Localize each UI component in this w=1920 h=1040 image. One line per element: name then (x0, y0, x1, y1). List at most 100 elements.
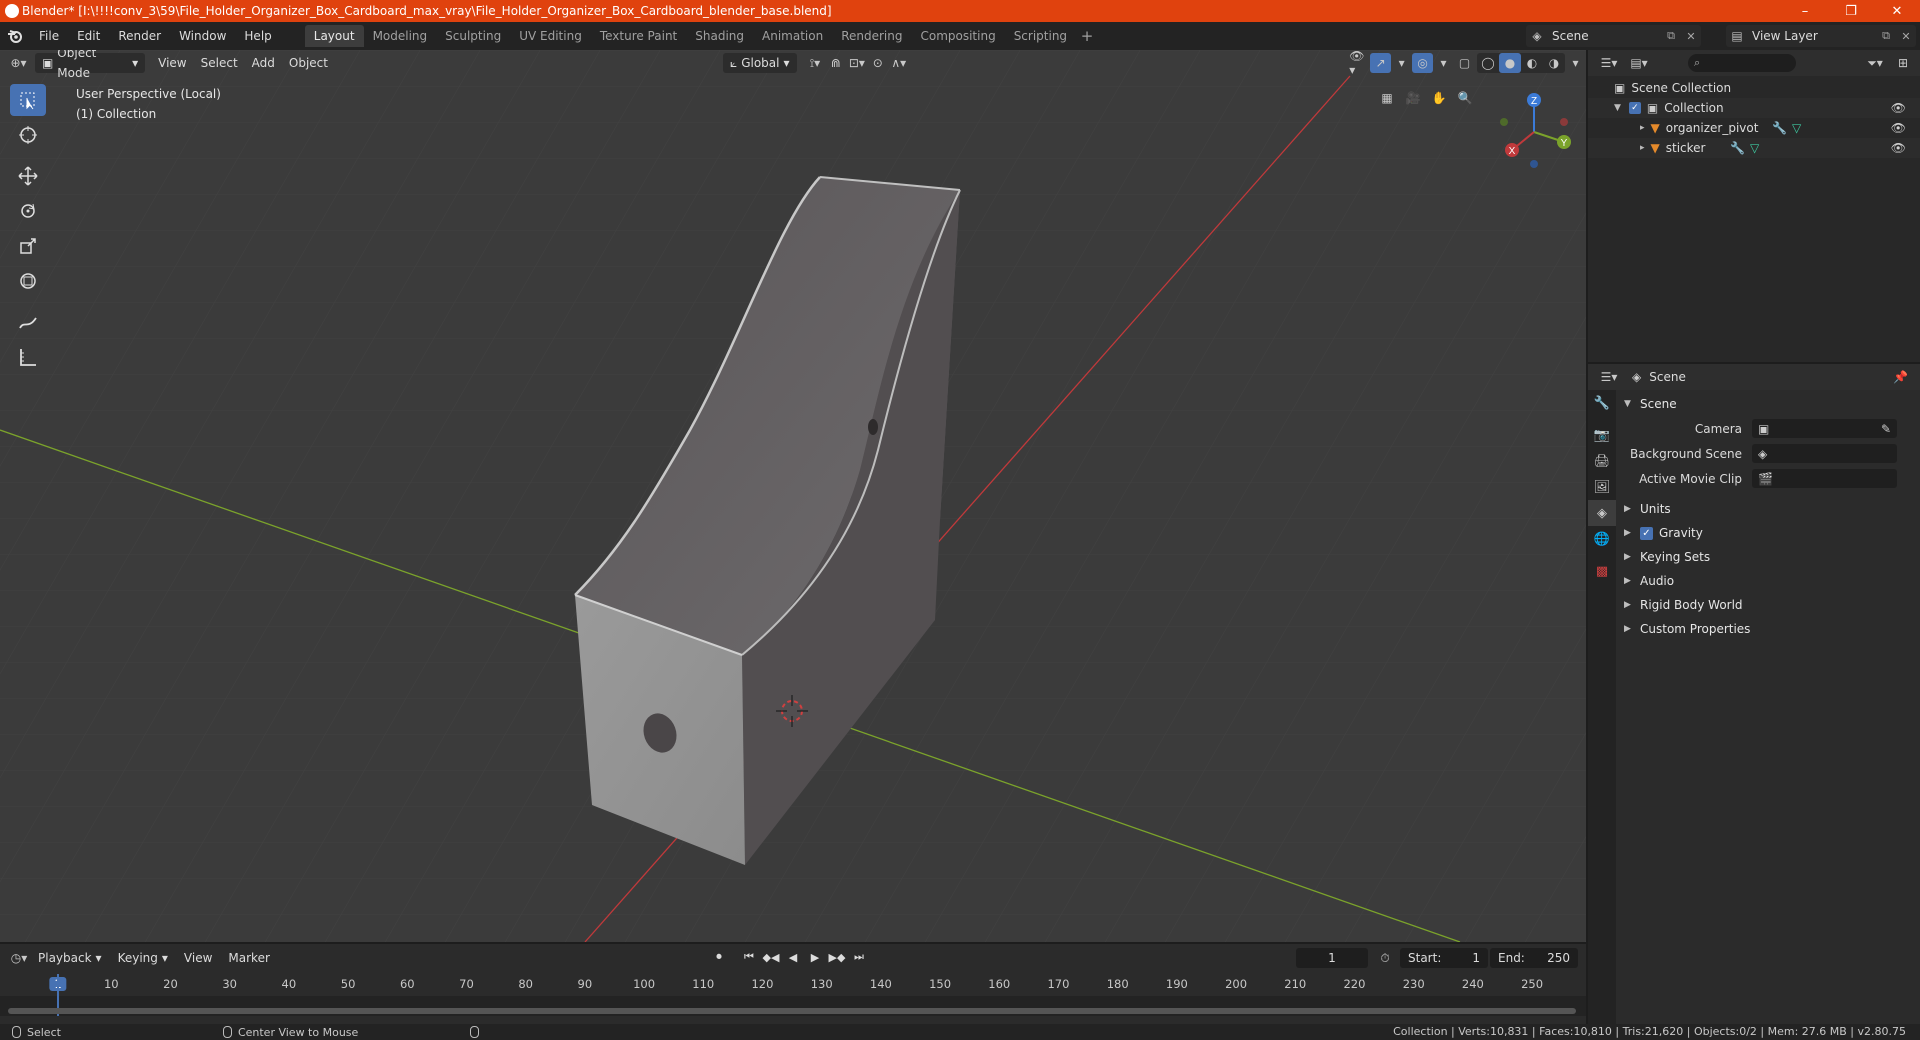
marker-menu[interactable]: Marker (220, 951, 277, 965)
new-scene-icon[interactable]: ⧉ (1661, 29, 1681, 43)
proportional-edit-icon[interactable]: ⊙ (867, 53, 888, 73)
cursor-tool[interactable] (10, 119, 46, 151)
outliner-row-sticker[interactable]: ▸ ▼ sticker 🔧 ▽ 👁 (1588, 138, 1920, 158)
delete-viewlayer-icon[interactable]: ✕ (1896, 30, 1916, 43)
expand-collection-icon[interactable]: ▼ (1614, 103, 1621, 113)
xray-icon[interactable]: ▢ (1454, 53, 1475, 73)
expand-object-icon[interactable]: ▸ (1640, 143, 1645, 153)
overlays-icon[interactable]: ◎ (1412, 53, 1434, 73)
menu-select[interactable]: Select (194, 53, 245, 73)
zoom-icon[interactable]: 🔍 (1454, 88, 1476, 108)
start-frame-field[interactable]: Start: 1 (1400, 948, 1488, 968)
neg-y-handle-icon[interactable] (1500, 118, 1508, 126)
jump-keyframe-forward-icon[interactable]: ▶◆ (828, 948, 846, 966)
wireframe-shading-icon[interactable]: ◯ (1477, 53, 1499, 73)
tab-compositing[interactable]: Compositing (911, 25, 1004, 47)
tab-animation[interactable]: Animation (753, 25, 832, 47)
menu-view[interactable]: View (151, 53, 193, 73)
keying-sets-panel-header[interactable]: ▶ Keying Sets (1616, 545, 1920, 569)
add-workspace-button[interactable]: + (1076, 25, 1098, 47)
texture-tab-icon[interactable]: ▩ (1588, 558, 1616, 584)
scene-tab-icon[interactable]: ◈ (1588, 500, 1616, 526)
menu-help[interactable]: Help (235, 25, 280, 47)
play-icon[interactable]: ▶ (806, 948, 824, 966)
eyedropper-icon[interactable]: ✎ (1881, 422, 1891, 436)
gravity-checkbox[interactable]: ✓ (1640, 526, 1653, 540)
menu-edit[interactable]: Edit (68, 25, 109, 47)
toggle-grid-icon[interactable]: ▦ (1376, 88, 1398, 108)
transform-tool[interactable] (10, 265, 46, 297)
active-movie-clip-field[interactable]: 🎬 (1752, 469, 1897, 488)
tab-sculpting[interactable]: Sculpting (436, 25, 510, 47)
timeline-scrollbar[interactable] (8, 1008, 1576, 1014)
move-tool[interactable] (10, 160, 46, 192)
expand-object-icon[interactable]: ▸ (1640, 123, 1645, 133)
camera-view-icon[interactable]: 🎥 (1402, 88, 1424, 108)
camera-field[interactable]: ▣ ✎ (1752, 419, 1897, 438)
tab-texture-paint[interactable]: Texture Paint (591, 25, 686, 47)
material-shading-icon[interactable]: ◐ (1521, 53, 1543, 73)
menu-object[interactable]: Object (282, 53, 335, 73)
tool-tab-icon[interactable]: 🔧 (1588, 390, 1616, 416)
select-box-tool[interactable] (10, 84, 46, 116)
rigid-body-world-panel-header[interactable]: ▶ Rigid Body World (1616, 593, 1920, 617)
snap-icon[interactable]: ⋒ (825, 53, 846, 73)
viewlayer-selector[interactable]: ▤ View Layer ⧉ ✕ (1726, 25, 1916, 47)
timeline-ruler[interactable]: 1102030405060708090100110120130140150160… (0, 974, 1586, 996)
tab-modeling[interactable]: Modeling (364, 25, 437, 47)
world-tab-icon[interactable]: 🌐 (1588, 526, 1616, 552)
neg-z-handle-icon[interactable] (1530, 160, 1538, 168)
annotate-tool[interactable] (10, 306, 46, 338)
tab-uv-editing[interactable]: UV Editing (510, 25, 591, 47)
scene-panel-header[interactable]: ▼ Scene (1616, 392, 1920, 416)
jump-start-icon[interactable]: ⏮ (740, 948, 758, 966)
playback-dropdown[interactable]: Playback ▾ (30, 951, 110, 965)
timeline-view-menu[interactable]: View (176, 951, 220, 965)
3d-viewport[interactable]: ⊕▾ ▣ Object Mode ▾ View Select Add Objec… (0, 50, 1586, 942)
visibility-icon[interactable]: 👁▾ (1349, 50, 1370, 77)
rotate-tool[interactable] (10, 195, 46, 227)
editor-type-icon[interactable]: ⊕▾ (8, 53, 29, 73)
pan-hand-icon[interactable]: ✋ (1428, 88, 1450, 108)
solid-shading-icon[interactable]: ● (1498, 53, 1521, 73)
neg-x-handle-icon[interactable] (1560, 118, 1568, 126)
tab-scripting[interactable]: Scripting (1005, 25, 1076, 47)
overlays-dropdown-icon[interactable]: ▾ (1433, 53, 1454, 73)
timeline-editor-type-icon[interactable]: ◷▾ (8, 948, 30, 968)
jump-keyframe-back-icon[interactable]: ◆◀ (762, 948, 780, 966)
object-visibility-icon[interactable]: 👁 (1891, 121, 1906, 135)
blender-menu-icon[interactable] (0, 25, 30, 47)
transform-orientation-dropdown[interactable]: ⟀ Global ▾ (722, 53, 797, 73)
scale-tool[interactable] (10, 230, 46, 262)
custom-properties-panel-header[interactable]: ▶ Custom Properties (1616, 617, 1920, 641)
filter-icon[interactable]: ⏷▾ (1864, 53, 1886, 73)
collection-checkbox[interactable]: ✓ (1628, 102, 1641, 114)
gizmo-toggle-icon[interactable]: ↗ (1370, 53, 1392, 73)
outliner-row-collection[interactable]: ▼ ✓ ▣ Collection 👁 (1588, 98, 1920, 118)
maximize-button[interactable]: ❐ (1828, 0, 1874, 22)
tab-rendering[interactable]: Rendering (832, 25, 911, 47)
record-icon[interactable]: ⏺ (710, 948, 728, 966)
measure-tool[interactable] (10, 341, 46, 373)
view-layer-tab-icon[interactable]: 🖼 (1588, 474, 1616, 500)
scene-selector[interactable]: ◈ Scene ⧉ ✕ (1526, 25, 1701, 47)
audio-panel-header[interactable]: ▶ Audio (1616, 569, 1920, 593)
menu-add[interactable]: Add (245, 53, 282, 73)
snap-target-icon[interactable]: ⊡▾ (846, 53, 867, 73)
menu-window[interactable]: Window (170, 25, 235, 47)
collection-visibility-icon[interactable]: 👁 (1891, 101, 1906, 115)
display-mode-icon[interactable]: ▤▾ (1628, 53, 1650, 73)
outliner-row-scene-collection[interactable]: ▣ Scene Collection (1588, 78, 1920, 98)
play-reverse-icon[interactable]: ◀ (784, 948, 802, 966)
object-visibility-icon[interactable]: 👁 (1891, 141, 1906, 155)
jump-end-icon[interactable]: ⏭ (850, 948, 868, 966)
pivot-point-icon[interactable]: ⟟▾ (805, 53, 826, 73)
units-panel-header[interactable]: ▶ Units (1616, 497, 1920, 521)
keying-dropdown[interactable]: Keying ▾ (110, 951, 176, 965)
close-button[interactable]: ✕ (1874, 0, 1920, 22)
outliner-row-organizer-pivot[interactable]: ▸ ▼ organizer_pivot 🔧 ▽ 👁 (1588, 118, 1920, 138)
current-frame-field[interactable]: 1 (1296, 948, 1368, 968)
outliner-editor-type-icon[interactable]: ☰▾ (1598, 53, 1620, 73)
delete-scene-icon[interactable]: ✕ (1681, 30, 1701, 43)
gravity-panel-header[interactable]: ▶ ✓ Gravity (1616, 521, 1920, 545)
